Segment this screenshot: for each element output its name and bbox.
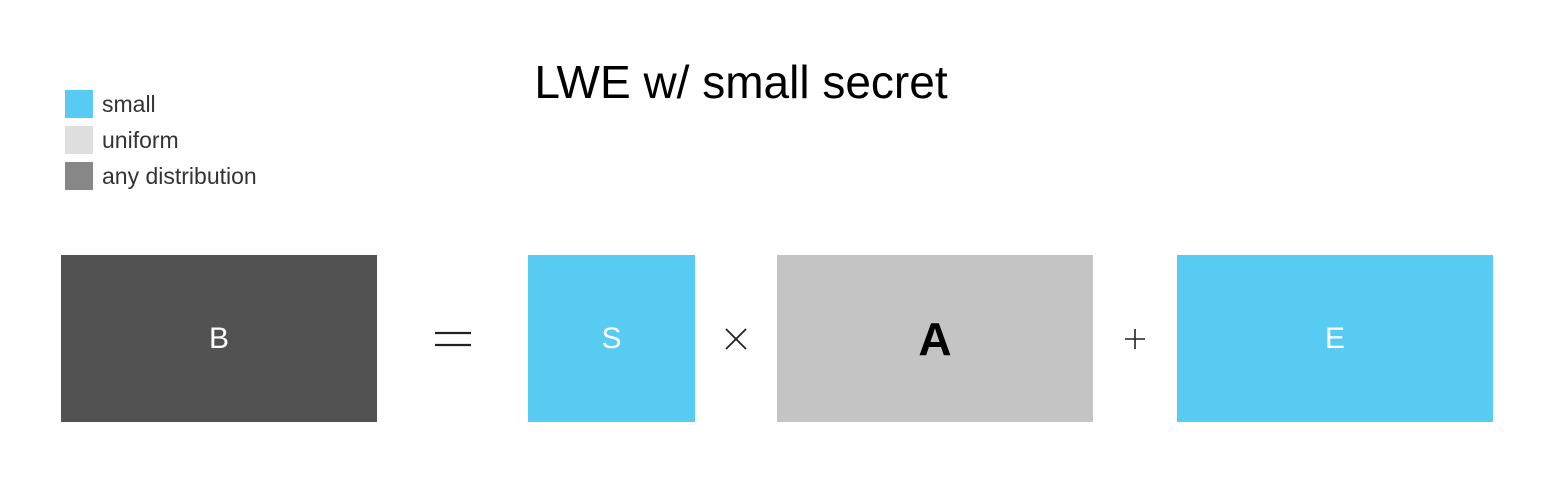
legend-label-any-distribution: any distribution (102, 163, 257, 189)
equals-sign-glyph (435, 331, 471, 346)
times-sign-glyph (725, 327, 747, 350)
diagram-title: LWE w/ small secret (534, 56, 948, 108)
matrix-e-block: E (1177, 255, 1493, 422)
legend-label-uniform: uniform (102, 127, 179, 153)
plus-sign-icon (1110, 255, 1160, 422)
matrix-a-block: A (777, 255, 1093, 422)
legend-swatch-any-distribution (65, 162, 93, 190)
equals-sign-icon (421, 255, 485, 422)
matrix-b-label: B (208, 321, 229, 355)
matrix-s-block: S (528, 255, 695, 422)
matrix-s-label: S (601, 321, 622, 355)
legend-item-any-distribution: any distribution (65, 162, 257, 190)
legend-label-small: small (102, 91, 156, 117)
times-sign-icon (710, 255, 762, 422)
matrix-a-label: A (918, 312, 952, 365)
legend-swatch-small (65, 90, 93, 118)
matrix-b-block: B (61, 255, 377, 422)
matrix-e-label: E (1324, 321, 1345, 355)
plus-sign-glyph (1125, 328, 1145, 349)
legend: small uniform any distribution (65, 90, 257, 198)
legend-item-small: small (65, 90, 257, 118)
legend-item-uniform: uniform (65, 126, 257, 154)
legend-swatch-uniform (65, 126, 93, 154)
